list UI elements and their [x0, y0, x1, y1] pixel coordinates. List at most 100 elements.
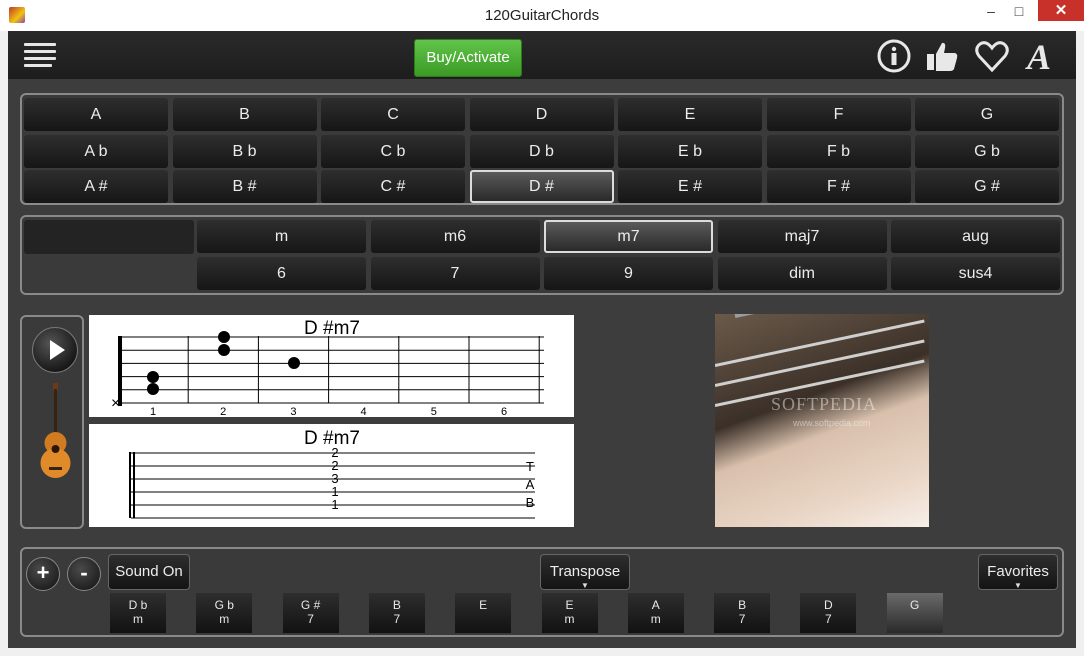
finger-dot — [147, 371, 159, 383]
chord-type-button[interactable]: 7 — [370, 257, 540, 290]
chord-type-button[interactable]: 9 — [544, 257, 713, 290]
chord-diagram-title: D #m7 — [304, 318, 360, 339]
key-button[interactable]: D — [469, 98, 614, 131]
chord-type-button[interactable]: sus4 — [891, 257, 1060, 290]
history-chord-button[interactable]: B7 — [714, 593, 771, 633]
history-chord-type: 7 — [825, 612, 832, 626]
chord-type-button[interactable]: m6 — [370, 220, 540, 253]
chord-type-button[interactable]: maj7 — [717, 220, 887, 253]
history-chord-button[interactable]: Em — [541, 593, 598, 633]
key-button[interactable]: A # — [24, 170, 168, 203]
history-chord-button[interactable]: Am — [627, 593, 684, 633]
chord-type-button[interactable]: dim — [717, 257, 887, 290]
key-button[interactable]: A — [24, 98, 168, 131]
window-frame-bottom — [0, 648, 1084, 656]
sound-toggle-button[interactable]: Sound On — [108, 554, 190, 590]
key-button[interactable]: E — [618, 98, 762, 131]
fret-number: 1 — [150, 406, 156, 417]
fret-number: 6 — [501, 406, 507, 417]
key-button[interactable]: E b — [618, 135, 762, 168]
chord-type-button[interactable]: 6 — [197, 257, 366, 290]
chord-type-panel: m m6 m7 maj7 aug 6 7 9 dim sus4 — [20, 215, 1064, 295]
menu-icon[interactable] — [24, 43, 56, 71]
fretboard-diagram: D #m7 × 1 2 3 4 5 6 — [111, 318, 544, 418]
tab-clef-letter: B — [526, 495, 535, 510]
chord-type-button[interactable]: m7 — [544, 220, 713, 253]
transpose-button[interactable]: Transpose ▼ — [540, 554, 630, 590]
window-frame-right — [1076, 31, 1084, 656]
bottom-panel: + - Sound On Transpose ▼ Favorites ▼ D bmG… — [20, 547, 1064, 637]
key-panel: ABCDEFG A bB bC bD bE bF bG b A # B # C # D #… — [20, 93, 1064, 205]
photo-watermark-url: www.softpedia.com — [793, 418, 871, 428]
tab-clef-letter: T — [526, 459, 534, 474]
photo-watermark: SOFTPEDIA — [771, 394, 878, 414]
key-button[interactable]: F — [766, 98, 911, 131]
info-icon[interactable] — [876, 39, 912, 73]
maximize-button[interactable]: □ — [1004, 0, 1034, 24]
key-button[interactable]: D # — [469, 170, 614, 203]
guitar-icon[interactable] — [38, 381, 72, 481]
buy-activate-button[interactable]: Buy/Activate — [414, 39, 522, 77]
history-chord-type: 7 — [738, 612, 746, 626]
key-button[interactable]: C — [321, 98, 465, 131]
window-title: 120GuitarChords — [484, 7, 600, 24]
history-chord-type: 7 — [393, 612, 401, 626]
toolbar: Buy/Activate A — [8, 31, 1076, 79]
play-button[interactable] — [32, 327, 78, 373]
fret-number: 4 — [361, 406, 367, 417]
key-button[interactable]: B # — [172, 170, 317, 203]
history-chord-root: G b — [214, 598, 234, 612]
font-icon[interactable]: A — [1024, 39, 1060, 73]
history-chord-root: A — [651, 598, 660, 612]
key-button[interactable]: D b — [469, 135, 614, 168]
key-button[interactable]: F b — [766, 135, 911, 168]
chord-type-button[interactable]: aug — [891, 220, 1060, 253]
history-chord-type: 7 — [307, 612, 314, 626]
history-chord-root: B — [392, 598, 401, 612]
title-bar: 120GuitarChords – □ ✕ — [0, 0, 1084, 32]
history-chord-button[interactable]: D bm — [110, 593, 166, 633]
history-chord-root: G # — [300, 598, 321, 612]
chord-diagram: D #m7 × 1 2 3 4 5 6 — [89, 315, 574, 418]
mute-marker: × — [111, 395, 120, 412]
history-chord-button[interactable]: G #7 — [282, 593, 339, 633]
history-chord-button[interactable]: G bm — [196, 593, 253, 633]
history-chord-root: G — [910, 598, 920, 612]
history-chord-type: m — [650, 612, 661, 626]
history-chord-button[interactable]: G — [886, 593, 943, 633]
chord-type-major-slot[interactable] — [24, 220, 194, 254]
side-panel — [20, 315, 84, 529]
fret-number: 5 — [431, 406, 437, 417]
key-button[interactable]: G — [915, 98, 1059, 131]
history-chord-button[interactable]: B7 — [368, 593, 425, 633]
chevron-down-icon: ▼ — [581, 581, 589, 590]
key-button[interactable]: B b — [172, 135, 317, 168]
history-chord-button[interactable]: E — [455, 593, 512, 633]
key-button[interactable]: G # — [915, 170, 1059, 203]
close-button[interactable]: ✕ — [1038, 0, 1084, 21]
zoom-in-button[interactable]: + — [26, 557, 60, 591]
history-chord-type: m — [219, 612, 230, 626]
key-button[interactable]: F # — [766, 170, 911, 203]
tab-fret-number: 1 — [331, 497, 338, 512]
key-button[interactable]: G b — [915, 135, 1059, 168]
window-frame-left — [0, 31, 8, 656]
minimize-button[interactable]: – — [976, 0, 1006, 24]
history-chord-button[interactable]: D7 — [800, 593, 857, 633]
tab-staff: D #m7 22311 TAB — [129, 428, 535, 519]
tab-clef-letter: A — [526, 477, 535, 492]
key-button[interactable]: B — [172, 98, 317, 131]
chord-type-button[interactable]: m — [197, 220, 366, 253]
heart-icon[interactable] — [974, 39, 1010, 73]
key-button[interactable]: A b — [24, 135, 168, 168]
thumbs-up-icon[interactable] — [924, 39, 960, 73]
zoom-out-button[interactable]: - — [67, 557, 101, 591]
history-chord-root: E — [479, 598, 488, 612]
key-button[interactable]: C b — [321, 135, 465, 168]
history-chord-root: D b — [128, 598, 148, 612]
favorites-button[interactable]: Favorites ▼ — [978, 554, 1058, 590]
key-button[interactable]: C # — [321, 170, 465, 203]
app-area: Buy/Activate A ABCDEFGA bB bC bD bE bF b… — [8, 31, 1076, 648]
history-chord-type: m — [564, 612, 575, 626]
key-button[interactable]: E # — [618, 170, 762, 203]
